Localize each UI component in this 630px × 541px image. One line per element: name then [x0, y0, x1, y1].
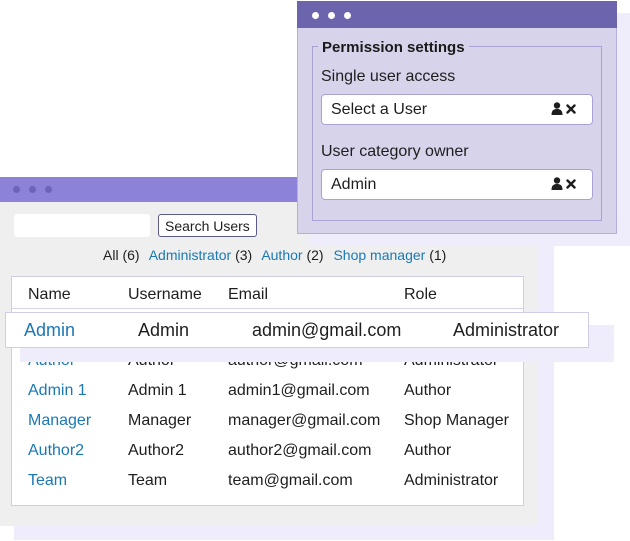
filter-count: (6): [122, 247, 140, 263]
user-role: Administrator: [453, 320, 560, 340]
filter-count: (3): [235, 247, 253, 263]
filter-count: (2): [306, 247, 324, 263]
window-dot-icon[interactable]: [312, 12, 319, 19]
filter-label: All: [103, 247, 119, 263]
window-controls: [312, 12, 351, 19]
column-header-name[interactable]: Name: [28, 286, 71, 304]
single-user-select-value: Select a User: [331, 101, 428, 118]
filter-shop-manager[interactable]: Shop manager (1): [333, 247, 446, 263]
permission-settings-legend: Permission settings: [318, 39, 469, 56]
user-name-link[interactable]: Admin 1: [28, 382, 87, 400]
column-header-username[interactable]: Username: [128, 286, 202, 304]
window-dot-icon[interactable]: [13, 186, 20, 193]
user-username: Team: [128, 472, 168, 489]
user-role: Author: [404, 382, 452, 399]
window-dot-icon[interactable]: [29, 186, 36, 193]
filter-author[interactable]: Author (2): [261, 247, 323, 263]
user-username: Author2: [128, 442, 185, 459]
search-users-input[interactable]: [14, 214, 150, 237]
user-username: Admin 1: [128, 382, 187, 399]
users-table: Name Username Email Role Author Author a…: [11, 276, 524, 506]
user-role: Author: [404, 442, 452, 459]
filter-label[interactable]: Shop manager: [333, 247, 425, 263]
filter-label[interactable]: Administrator: [149, 247, 231, 263]
window-dot-icon[interactable]: [328, 12, 335, 19]
user-role: Shop Manager: [404, 412, 509, 429]
filter-administrator[interactable]: Administrator (3): [149, 247, 252, 263]
permission-titlebar: [297, 1, 617, 28]
user-email: author2@gmail.com: [228, 442, 372, 459]
user-name-link[interactable]: Author2: [28, 442, 84, 460]
user-email: team@gmail.com: [228, 472, 353, 489]
user-email: manager@gmail.com: [228, 412, 381, 429]
permission-settings-window: Permission settings Single user access S…: [297, 1, 617, 234]
filter-label[interactable]: Author: [261, 247, 302, 263]
user-username: Admin: [138, 320, 190, 340]
search-users-button[interactable]: Search Users: [158, 214, 257, 237]
user-name-link[interactable]: Manager: [28, 412, 91, 430]
single-user-select[interactable]: Select a User: [321, 94, 593, 125]
window-dot-icon[interactable]: [45, 186, 52, 193]
user-category-owner-label: User category owner: [321, 143, 469, 160]
user-icon[interactable]: [551, 177, 563, 190]
user-role: Administrator: [404, 472, 499, 489]
user-icon[interactable]: [551, 102, 563, 115]
window-controls: [13, 186, 52, 193]
highlighted-table-row[interactable]: Admin Admin admin@gmail.com Administrato…: [5, 312, 589, 348]
user-name-link[interactable]: Admin: [24, 320, 75, 341]
column-header-email[interactable]: Email: [228, 286, 268, 304]
column-header-role[interactable]: Role: [404, 286, 437, 304]
user-category-owner-value: Admin: [331, 176, 377, 193]
window-dot-icon[interactable]: [344, 12, 351, 19]
user-email: admin1@gmail.com: [228, 382, 370, 399]
role-filter-links: All (6) Administrator (3) Author (2) Sho…: [103, 247, 446, 263]
user-category-owner-select[interactable]: Admin: [321, 169, 593, 200]
user-name-link[interactable]: Team: [28, 472, 67, 490]
clear-icon[interactable]: [566, 103, 576, 114]
single-user-access-label: Single user access: [321, 68, 456, 85]
header-divider: [12, 308, 523, 309]
user-email: admin@gmail.com: [252, 320, 402, 340]
user-username: Manager: [128, 412, 192, 429]
clear-icon[interactable]: [566, 178, 576, 189]
filter-count: (1): [429, 247, 447, 263]
filter-all[interactable]: All (6): [103, 247, 140, 263]
